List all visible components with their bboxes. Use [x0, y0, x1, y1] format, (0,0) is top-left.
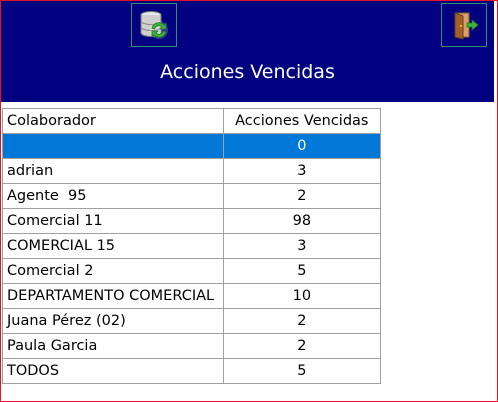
cell-acciones: 2	[222, 183, 382, 209]
cell-acciones: 3	[222, 233, 382, 259]
refresh-button[interactable]	[131, 3, 177, 47]
header-bar: Acciones Vencidas	[1, 1, 494, 102]
table-row[interactable]: Agente 95 2	[2, 183, 382, 209]
table-row[interactable]: TODOS 5	[2, 358, 382, 384]
table-row[interactable]: Juana Pérez (02) 2	[2, 308, 382, 334]
cell-acciones: 2	[222, 333, 382, 359]
database-refresh-icon	[140, 11, 168, 39]
overdue-actions-table: Colaborador Acciones Vencidas 0 adrian 3…	[2, 108, 382, 384]
cell-acciones: 98	[222, 208, 382, 234]
exit-door-icon	[454, 12, 479, 40]
cell-acciones: 0	[222, 133, 382, 159]
cell-colaborador: COMERCIAL 15	[2, 233, 224, 259]
table-row[interactable]: Comercial 11 98	[2, 208, 382, 234]
cell-acciones: 5	[222, 258, 382, 284]
table-row[interactable]: 0	[2, 133, 382, 159]
cell-colaborador: Comercial 11	[2, 208, 224, 234]
table-row[interactable]: DEPARTAMENTO COMERCIAL 10	[2, 283, 382, 309]
cell-colaborador: adrian	[2, 158, 224, 184]
table-row[interactable]: Comercial 2 5	[2, 258, 382, 284]
column-header-colaborador[interactable]: Colaborador	[2, 108, 224, 134]
page-title: Acciones Vencidas	[160, 61, 335, 83]
cell-colaborador: Paula Garcia	[2, 333, 224, 359]
column-header-acciones-vencidas[interactable]: Acciones Vencidas	[222, 108, 382, 134]
cell-colaborador: DEPARTAMENTO COMERCIAL	[2, 283, 224, 309]
cell-acciones: 10	[222, 283, 382, 309]
table-row[interactable]: adrian 3	[2, 158, 382, 184]
table-row[interactable]: COMERCIAL 15 3	[2, 233, 382, 259]
table-row[interactable]: Paula Garcia 2	[2, 333, 382, 359]
exit-button[interactable]	[441, 3, 487, 47]
cell-acciones: 5	[222, 358, 382, 384]
cell-acciones: 2	[222, 308, 382, 334]
cell-acciones: 3	[222, 158, 382, 184]
cell-colaborador: Agente 95	[2, 183, 224, 209]
table-header-row: Colaborador Acciones Vencidas	[2, 108, 382, 134]
cell-colaborador	[2, 133, 224, 159]
cell-colaborador: Juana Pérez (02)	[2, 308, 224, 334]
cell-colaborador: TODOS	[2, 358, 224, 384]
cell-colaborador: Comercial 2	[2, 258, 224, 284]
